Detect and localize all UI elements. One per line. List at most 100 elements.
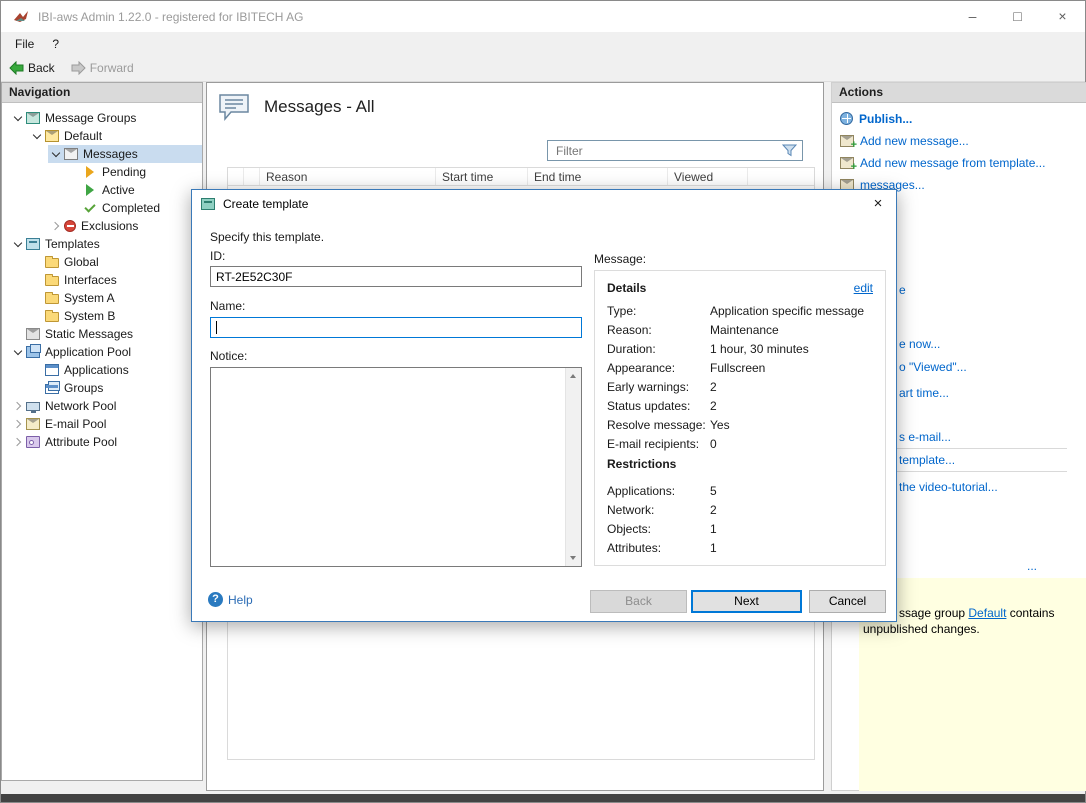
forward-button[interactable]: Forward	[63, 59, 142, 77]
template-icon	[201, 198, 215, 210]
chevron-right-icon[interactable]	[48, 218, 64, 234]
default-group-link[interactable]: Default	[968, 606, 1006, 620]
tree-item-label: Default	[64, 129, 102, 143]
detail-row: E-mail recipients:0	[595, 434, 885, 453]
detail-label: Reason:	[607, 323, 710, 337]
tree-item-active[interactable]: Active	[2, 181, 202, 199]
minimize-button[interactable]: –	[950, 1, 995, 32]
tree-item-message-groups[interactable]: Message Groups	[2, 109, 202, 127]
action-add-new-message[interactable]: Add new message...	[840, 133, 969, 148]
tree-item-network-pool[interactable]: Network Pool	[2, 397, 202, 415]
filter-icon[interactable]	[782, 144, 797, 157]
tree-item-static-messages[interactable]: Static Messages	[2, 325, 202, 343]
action-fragment[interactable]: art time...	[899, 386, 949, 400]
next-button[interactable]: Next	[691, 590, 802, 613]
scrollbar[interactable]	[565, 368, 581, 566]
detail-value: 1 hour, 30 minutes	[710, 342, 885, 356]
detail-label: Network:	[607, 503, 710, 517]
tree-item-label: System A	[64, 291, 115, 305]
column-header-reason[interactable]: Reason	[260, 168, 436, 185]
details-rows: Type:Application specific messageReason:…	[595, 301, 885, 453]
tree-item-attribute-pool[interactable]: Attribute Pool	[2, 433, 202, 451]
menu-file[interactable]: File	[6, 34, 43, 54]
column-header-viewed[interactable]: Viewed	[668, 168, 748, 185]
name-label: Name:	[210, 299, 245, 313]
completed-icon	[83, 202, 97, 214]
detail-label: Type:	[607, 304, 710, 318]
network-pool-icon	[26, 402, 40, 411]
tree-item-label: Templates	[45, 237, 100, 251]
filter-input[interactable]	[548, 144, 782, 158]
detail-value: Maintenance	[710, 323, 885, 337]
chevron-down-icon[interactable]	[10, 236, 26, 252]
menu-help[interactable]: ?	[43, 34, 68, 54]
edit-link[interactable]: edit	[854, 281, 873, 295]
tree-item-completed[interactable]: Completed	[2, 199, 202, 217]
tree-item-application-pool[interactable]: Application Pool	[2, 343, 202, 361]
tree-item-global[interactable]: Global	[2, 253, 202, 271]
detail-label: Status updates:	[607, 399, 710, 413]
column-header-filler	[748, 168, 814, 185]
column-header-start-time[interactable]: Start time	[436, 168, 528, 185]
cancel-button[interactable]: Cancel	[809, 590, 886, 613]
chevron-right-icon[interactable]	[10, 416, 26, 432]
detail-row: Network:2	[595, 500, 885, 519]
tree-item-system-a[interactable]: System A	[2, 289, 202, 307]
column-header[interactable]	[228, 168, 244, 185]
column-header-end-time[interactable]: End time	[528, 168, 668, 185]
tree-item-interfaces[interactable]: Interfaces	[2, 271, 202, 289]
scroll-up-icon[interactable]	[566, 368, 581, 384]
action-fragment[interactable]: s e-mail...	[899, 430, 951, 444]
chevron-right-icon[interactable]	[10, 398, 26, 414]
tree-item-exclusions[interactable]: Exclusions	[2, 217, 202, 235]
notice-field[interactable]	[210, 367, 582, 567]
tree-item-applications[interactable]: Applications	[2, 361, 202, 379]
help-link[interactable]: Help	[208, 592, 253, 607]
folder-icon	[45, 294, 59, 304]
chevron-down-icon[interactable]	[48, 146, 64, 162]
tree-item-default[interactable]: Default	[2, 127, 202, 145]
tree-item-e-mail-pool[interactable]: E-mail Pool	[2, 415, 202, 433]
dialog-close-button[interactable]: ×	[860, 190, 896, 218]
action-fragment[interactable]: e	[899, 283, 906, 297]
actions-header: Actions	[832, 83, 1086, 103]
chevron-down-icon[interactable]	[10, 110, 26, 126]
maximize-button[interactable]: □	[995, 1, 1040, 32]
back-dialog-button[interactable]: Back	[590, 590, 687, 613]
action-add-message-from-template[interactable]: Add new message from template...	[840, 155, 1045, 170]
title-bar: IBI-aws Admin 1.22.0 - registered for IB…	[1, 1, 1085, 32]
close-button[interactable]: ×	[1040, 1, 1085, 32]
chevron-down-icon[interactable]	[10, 344, 26, 360]
forward-label: Forward	[90, 61, 134, 75]
tree-item-messages[interactable]: Messages	[2, 145, 202, 163]
detail-value: 2	[710, 503, 885, 517]
action-fragment[interactable]: o "Viewed"...	[899, 360, 967, 374]
name-field[interactable]	[210, 317, 582, 338]
chevron-down-icon[interactable]	[29, 128, 45, 144]
action-label: Publish...	[859, 112, 912, 126]
back-button[interactable]: Back	[1, 59, 63, 77]
tree-item-label: Messages	[83, 147, 138, 161]
expander-spacer	[67, 164, 83, 180]
action-fragment[interactable]: template...	[899, 453, 955, 467]
actions-overflow[interactable]: ...	[1027, 559, 1037, 573]
id-field[interactable]	[210, 266, 582, 287]
action-fragment[interactable]: e now...	[899, 337, 940, 351]
tree-item-system-b[interactable]: System B	[2, 307, 202, 325]
tree-item-groups[interactable]: Groups	[2, 379, 202, 397]
tree-item-pending[interactable]: Pending	[2, 163, 202, 181]
detail-value: Application specific message	[710, 304, 885, 318]
messages-icon	[64, 148, 78, 160]
scroll-down-icon[interactable]	[566, 550, 581, 566]
message-label: Message:	[594, 252, 646, 266]
tree-item-label: Applications	[64, 363, 129, 377]
action-publish[interactable]: Publish...	[840, 111, 912, 126]
chevron-right-icon[interactable]	[10, 434, 26, 450]
action-fragment[interactable]: the video-tutorial...	[899, 480, 998, 494]
restrictions-rows: Applications:5Network:2Objects:1Attribut…	[595, 481, 885, 557]
detail-label: Applications:	[607, 484, 710, 498]
tree-item-label: Attribute Pool	[45, 435, 117, 449]
tree-item-templates[interactable]: Templates	[2, 235, 202, 253]
table-header: Reason Start time End time Viewed	[228, 168, 814, 186]
column-header[interactable]	[244, 168, 260, 185]
